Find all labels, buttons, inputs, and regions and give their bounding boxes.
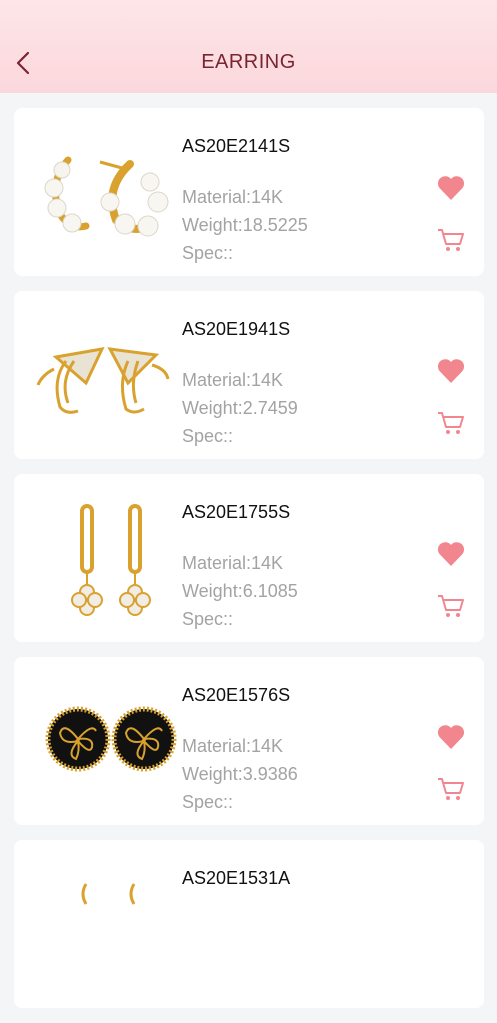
product-code: AS20E1941S: [182, 319, 291, 339]
product-card[interactable]: AS20E1755S Material:14K Weight:6.1085 Sp…: [14, 474, 484, 642]
product-weight: Weight:2.7459: [182, 398, 298, 418]
add-to-cart-icon[interactable]: [436, 226, 466, 254]
pearl-earring-left: [44, 156, 90, 233]
add-to-cart-icon[interactable]: [436, 775, 466, 803]
product-card[interactable]: AS20E2141S Material:14K Weight:18.5225 S…: [14, 108, 484, 276]
product-material: Material:14K: [182, 187, 284, 207]
product-spec: Spec::: [182, 609, 234, 629]
product-image: [71, 504, 151, 616]
add-to-cart-icon[interactable]: [436, 409, 466, 437]
product-weight: Weight:6.1085: [182, 581, 298, 601]
product-image: [44, 156, 169, 237]
product-material: Material:14K: [182, 736, 284, 756]
add-to-cart-icon[interactable]: [436, 592, 466, 620]
product-code: AS20E1531A: [182, 868, 291, 888]
butterfly-stud-right: [111, 706, 177, 772]
product-code: AS20E1755S: [182, 502, 291, 522]
product-spec: Spec::: [182, 426, 234, 446]
product-card[interactable]: AS20E1941S Material:14K Weight:2.7459 Sp…: [14, 291, 484, 459]
cuff-earring-right: [107, 347, 170, 414]
product-card[interactable]: AS20E1531A: [14, 840, 484, 1008]
product-weight: Weight:18.5225: [182, 215, 308, 235]
app-header: EARRING: [0, 0, 497, 93]
butterfly-stud-left: [45, 706, 111, 772]
favorite-heart-icon[interactable]: [436, 357, 466, 385]
product-list: AS20E2141S Material:14K Weight:18.5225 S…: [0, 108, 497, 1023]
product-card[interactable]: AS20E1576S Material:14K Weight:3.9386 Sp…: [14, 657, 484, 825]
product-material: Material:14K: [182, 370, 284, 390]
cuff-earring-left: [36, 347, 105, 414]
product-spec: Spec::: [182, 792, 234, 812]
favorite-heart-icon[interactable]: [436, 723, 466, 751]
product-code: AS20E2141S: [182, 136, 291, 156]
clover-earring-left: [71, 504, 103, 616]
favorite-heart-icon[interactable]: [436, 540, 466, 568]
product-spec: Spec::: [182, 243, 234, 263]
product-weight: Weight:3.9386: [182, 764, 298, 784]
favorite-heart-icon[interactable]: [436, 174, 466, 202]
product-image: [45, 706, 177, 772]
product-code: AS20E1576S: [182, 685, 291, 705]
product-material: Material:14K: [182, 553, 284, 573]
page-title: EARRING: [201, 51, 296, 73]
product-image: [81, 883, 136, 905]
clover-earring-right: [119, 504, 151, 616]
pearl-earring-right: [99, 160, 169, 237]
product-image: [36, 347, 170, 414]
